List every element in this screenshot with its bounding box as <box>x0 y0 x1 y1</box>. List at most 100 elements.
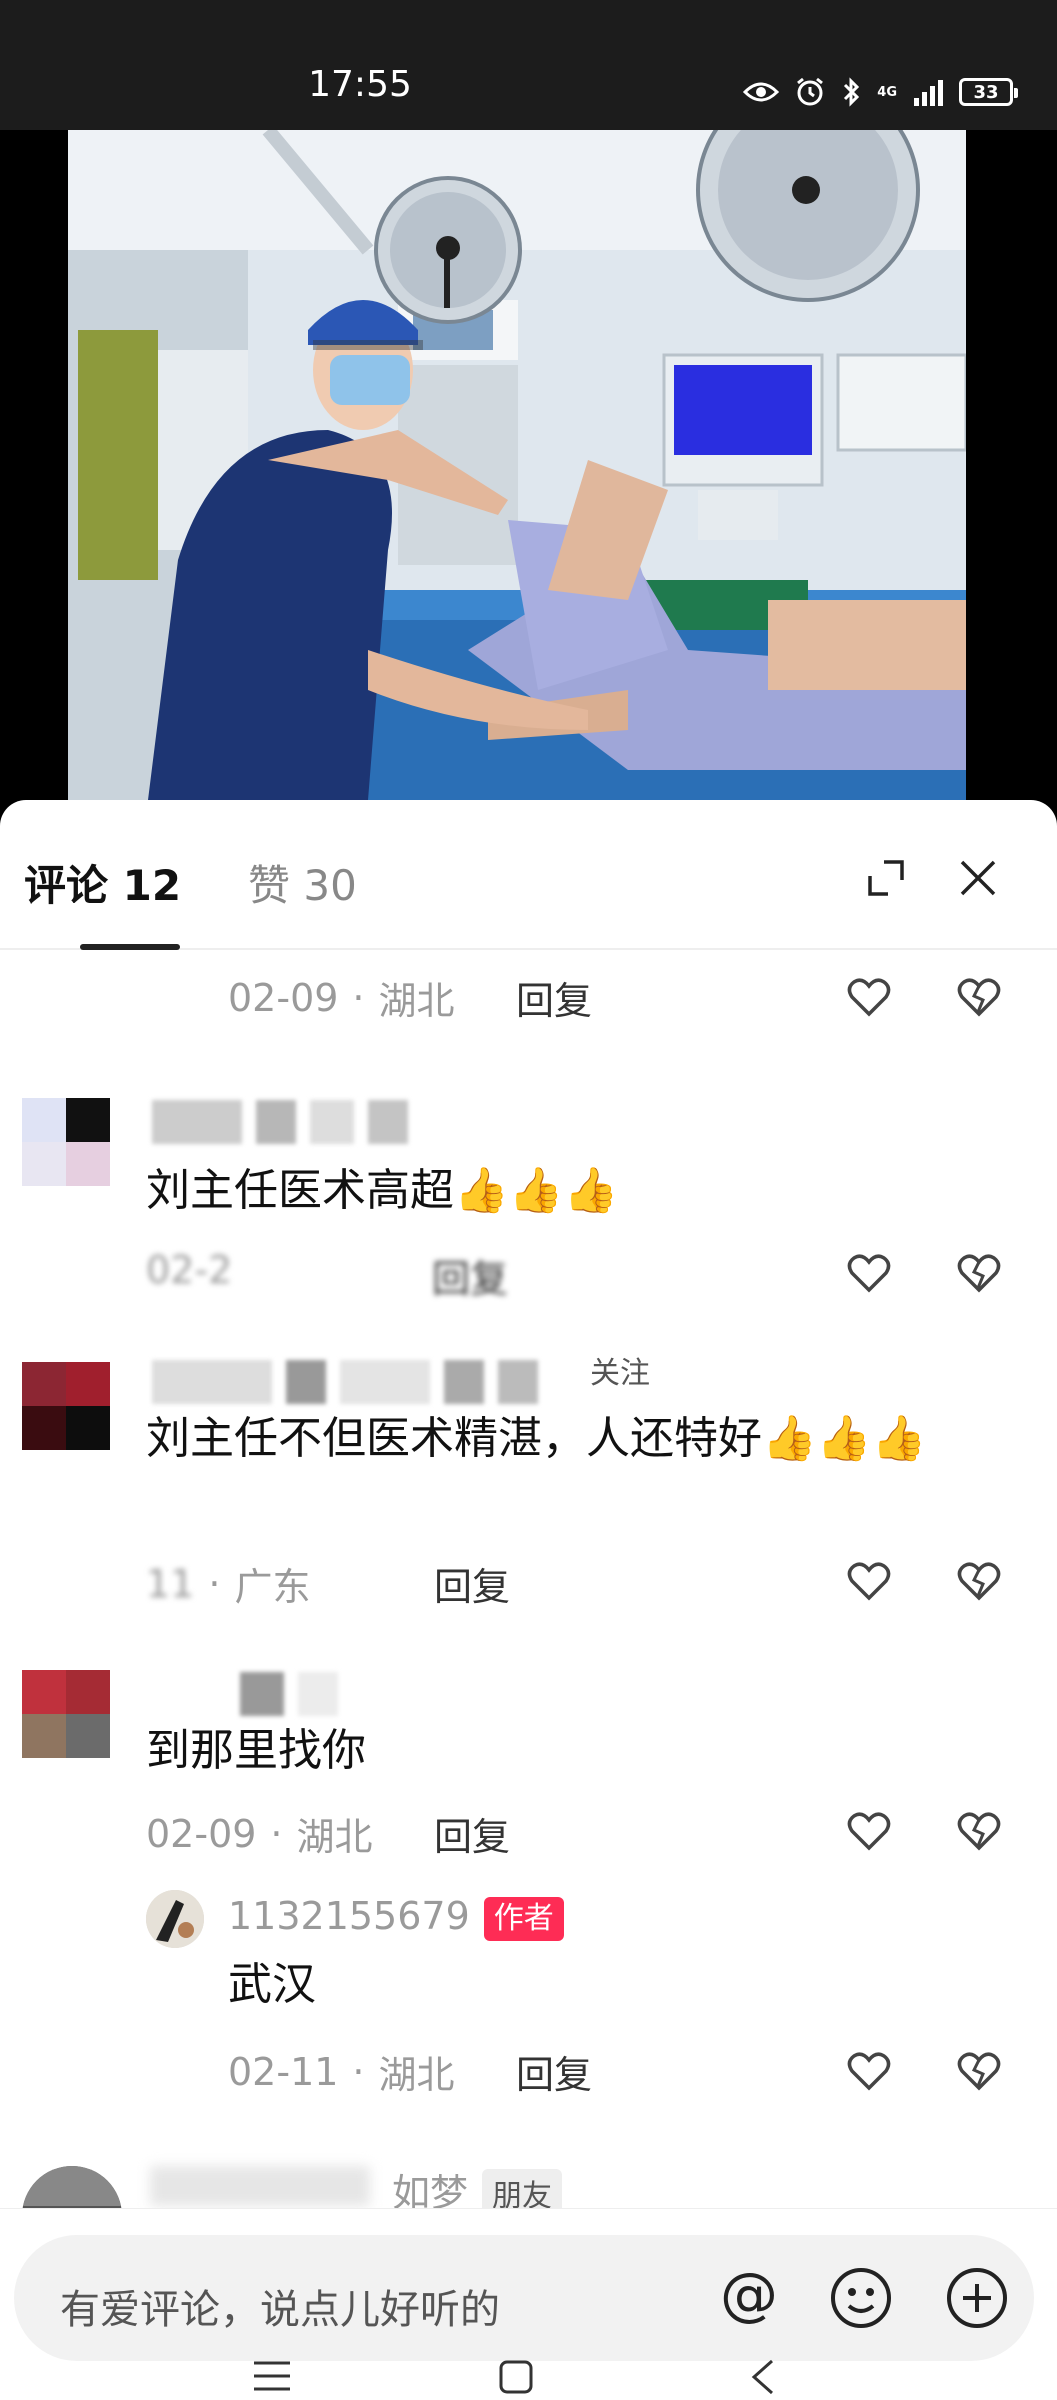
author-avatar-image <box>146 1890 204 1948</box>
expand-icon <box>868 860 904 896</box>
heart-icon[interactable] <box>846 1558 892 1604</box>
close-icon <box>960 860 996 896</box>
thumbs-up-emoji: 👍👍👍 <box>762 1413 927 1464</box>
username-redacted <box>152 1360 538 1404</box>
menu-icon[interactable] <box>252 2359 292 2400</box>
comment-meta: 02-09 · 湖北 <box>228 970 455 1025</box>
avatar[interactable] <box>146 1890 204 1948</box>
alarm-icon <box>795 77 825 107</box>
back-icon[interactable] <box>748 2359 778 2400</box>
avatar-pixel <box>22 1714 66 1758</box>
close-button[interactable] <box>948 848 1008 908</box>
list-item: 到那里找你 02-09 · 湖北 回复 <box>0 1670 1057 1910</box>
broken-heart-icon[interactable] <box>956 1558 1002 1604</box>
avatar[interactable] <box>22 1098 110 1186</box>
tab-likes[interactable]: 赞 30 <box>248 852 357 913</box>
avatar-pixel <box>66 1406 110 1450</box>
mention-icon[interactable]: @ <box>716 2260 782 2328</box>
thumbs-up-emoji: 👍👍👍 <box>454 1165 619 1216</box>
comment-meta: 11 · 广东 <box>146 1556 310 1611</box>
status-time: 17:55 <box>308 64 412 105</box>
heart-icon[interactable] <box>846 1250 892 1296</box>
battery-indicator: 33 <box>959 78 1018 106</box>
avatar[interactable] <box>22 1362 110 1450</box>
redaction-block <box>498 1360 538 1404</box>
avatar-pixel <box>22 1142 66 1186</box>
comment-sheet: 评论 12 赞 30 02-09 · 湖北 回复 刘主任医术高超👍👍👍 02-2… <box>0 800 1057 2400</box>
heart-icon[interactable] <box>846 974 892 1020</box>
avatar-pixel <box>66 1098 110 1142</box>
reply-date: 02-11 <box>228 2049 339 2094</box>
list-item: 如梦 朋友 <box>0 2162 1057 2266</box>
username-redacted <box>150 2166 370 2206</box>
reply-username-row: 1132155679 作者 <box>228 1894 564 1941</box>
avatar-pixel <box>22 1406 66 1450</box>
comment-location: 湖北 <box>378 979 455 1023</box>
reply-item: 1132155679 作者 武汉 02-11 · 湖北 回复 <box>0 1890 1057 2150</box>
eye-icon <box>743 80 780 104</box>
avatar-pixel <box>66 1714 110 1758</box>
redaction-block <box>152 1360 272 1404</box>
meta-separator: · <box>352 975 365 1020</box>
avatar-pixel <box>22 1098 66 1142</box>
reply-button[interactable]: 回复 <box>432 1248 508 1303</box>
comment-location: 湖北 <box>296 1815 373 1859</box>
redaction-block <box>340 1360 430 1404</box>
expand-button[interactable] <box>856 848 916 908</box>
battery-level: 33 <box>973 81 999 103</box>
bluetooth-icon <box>841 77 861 107</box>
broken-heart-icon[interactable] <box>956 974 1002 1020</box>
network-type-label: 4G <box>877 84 897 100</box>
reply-text: 武汉 <box>228 1959 316 2010</box>
avatar-pixel <box>66 1362 110 1406</box>
list-item: 02-09 · 湖北 回复 <box>0 950 1057 1050</box>
screen: 17:55 4G 33 评论 12 赞 30 02-09 · 湖北 回复 刘主任… <box>0 0 1057 2400</box>
broken-heart-icon[interactable] <box>956 1808 1002 1854</box>
heart-icon[interactable] <box>846 1808 892 1854</box>
redaction-block <box>310 1100 354 1144</box>
avatar-partial <box>22 2166 122 2206</box>
comment-body: 刘主任医术高超 <box>146 1165 454 1216</box>
meta-separator: · <box>270 1811 283 1856</box>
comment-body: 刘主任不但医术精湛，人还特好 <box>146 1413 762 1464</box>
network-indicator: 4G <box>877 86 897 99</box>
plus-icon-graphic <box>947 2268 1007 2328</box>
comment-meta: 02-2 <box>146 1248 232 1292</box>
smiley-icon-graphic <box>831 2268 891 2328</box>
add-icon[interactable] <box>944 2265 1010 2331</box>
comment-meta: 02-09 · 湖北 <box>146 1806 373 1861</box>
redaction-block <box>286 1360 326 1404</box>
redaction-block <box>240 1672 284 1716</box>
username-redacted <box>152 1100 408 1144</box>
comment-date: 02-09 <box>228 975 339 1020</box>
avatar-pixel <box>22 1670 66 1714</box>
comment-input[interactable]: 有爱评论，说点儿好听的 @ <box>14 2235 1034 2361</box>
tab-comments[interactable]: 评论 12 <box>24 852 181 913</box>
avatar-pixel <box>66 1142 110 1186</box>
redaction-block <box>256 1100 296 1144</box>
avatar[interactable] <box>22 1670 110 1758</box>
follow-status[interactable]: 关注 <box>590 1348 650 1392</box>
reply-button[interactable]: 回复 <box>434 1806 510 1861</box>
username-redacted <box>240 1672 338 1716</box>
comment-input-placeholder: 有爱评论，说点儿好听的 <box>60 2287 500 2333</box>
broken-heart-icon[interactable] <box>956 1250 1002 1296</box>
reply-button[interactable]: 回复 <box>516 2044 592 2099</box>
redaction-block <box>152 1100 242 1144</box>
redaction-block <box>444 1360 484 1404</box>
home-icon[interactable] <box>498 2359 534 2400</box>
avatar-pixel <box>22 1362 66 1406</box>
heart-icon[interactable] <box>846 2048 892 2094</box>
video-player[interactable] <box>68 130 966 800</box>
list-item: 关注 刘主任不但医术精湛，人还特好👍👍👍 11 · 广东 回复 <box>0 1348 1057 1648</box>
broken-heart-icon[interactable] <box>956 2048 1002 2094</box>
reply-button[interactable]: 回复 <box>434 1556 510 1611</box>
reply-meta: 02-11 · 湖北 <box>228 2044 455 2099</box>
comment-location: 广东 <box>234 1565 311 1609</box>
comment-text: 刘主任医术高超👍👍👍 <box>146 1160 618 1222</box>
meta-separator: · <box>208 1561 221 1606</box>
reply-button[interactable]: 回复 <box>516 970 592 1025</box>
reply-username[interactable]: 1132155679 <box>228 1894 470 1938</box>
emoji-icon[interactable] <box>828 2265 894 2331</box>
redaction-block <box>298 1672 338 1716</box>
